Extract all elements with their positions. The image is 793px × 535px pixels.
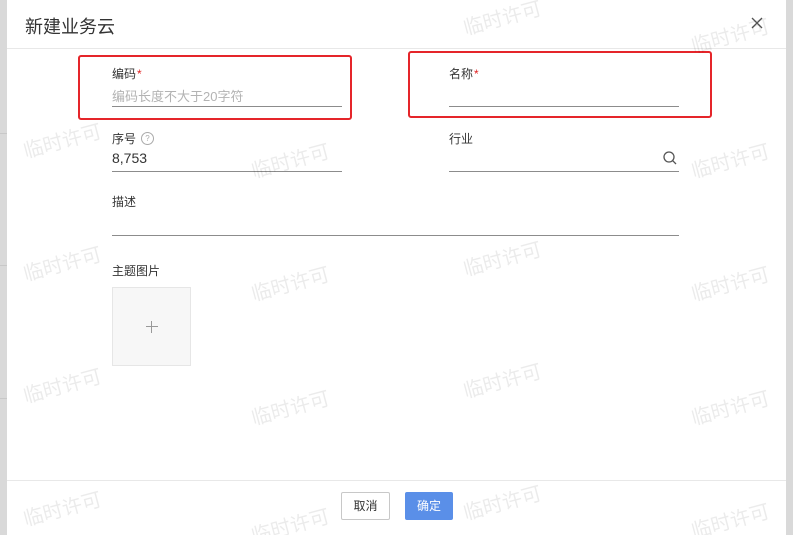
required-mark: * (474, 67, 479, 81)
name-input[interactable] (449, 84, 679, 104)
seq-label: 序号 (112, 132, 137, 146)
name-input-underline (449, 106, 679, 107)
background-divider (0, 133, 7, 134)
required-mark: * (137, 67, 142, 81)
name-label: 名称* (449, 65, 479, 82)
code-input[interactable]: 编码长度不大于20字符 (112, 86, 243, 105)
close-icon[interactable] (748, 14, 766, 32)
image-upload-button[interactable] (112, 287, 191, 366)
plus-icon (151, 321, 152, 333)
plus-icon (146, 326, 158, 327)
industry-label: 行业 (449, 132, 474, 146)
description-input-underline (112, 235, 679, 236)
watermark: 临时许可 (461, 360, 545, 403)
watermark: 临时许可 (689, 387, 773, 430)
description-input[interactable] (112, 212, 679, 232)
new-business-cloud-dialog: 新建业务云 编码* 编码长度不大于20字符 名称* 序号 ? 8,753 行业 … (7, 0, 786, 535)
background-divider (0, 398, 7, 399)
watermark: 临时许可 (21, 243, 105, 286)
watermark: 临时许可 (21, 120, 105, 163)
seq-input[interactable]: 8,753 (112, 150, 147, 166)
description-label: 描述 (112, 195, 137, 209)
code-label: 编码* (112, 65, 142, 82)
industry-input[interactable] (449, 150, 649, 170)
dialog-footer: 取消 确定 (7, 480, 786, 535)
image-label: 主题图片 (112, 264, 161, 278)
seq-input-underline (112, 171, 342, 172)
watermark: 临时许可 (249, 263, 333, 306)
watermark: 临时许可 (689, 263, 773, 306)
dialog-title: 新建业务云 (25, 17, 115, 37)
watermark: 临时许可 (21, 365, 105, 408)
dialog-header: 新建业务云 (7, 0, 786, 49)
industry-input-underline (449, 171, 679, 172)
background-divider (0, 265, 7, 266)
name-label-text: 名称 (449, 67, 474, 81)
watermark: 临时许可 (689, 140, 773, 183)
cancel-button[interactable]: 取消 (341, 492, 390, 520)
watermark: 临时许可 (461, 238, 545, 281)
confirm-button[interactable]: 确定 (405, 492, 453, 520)
watermark: 临时许可 (249, 387, 333, 430)
help-icon[interactable]: ? (141, 132, 154, 145)
watermark: 临时许可 (249, 140, 333, 183)
search-icon[interactable] (662, 150, 678, 166)
code-label-text: 编码 (112, 67, 137, 81)
code-input-underline (112, 106, 342, 107)
